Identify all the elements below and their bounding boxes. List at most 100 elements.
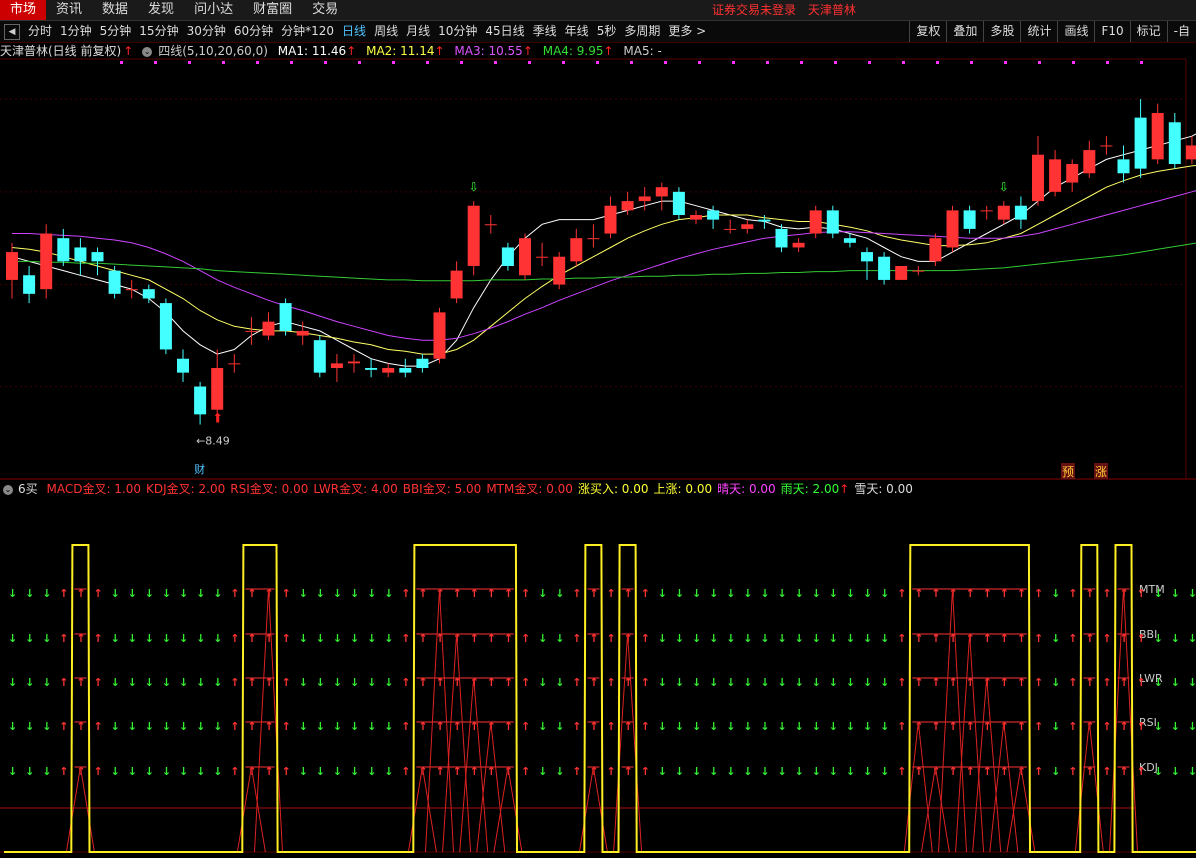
cai-marker: 财 — [194, 462, 205, 476]
candle-body-10 — [177, 358, 189, 373]
signal-arrow-icon: ↓ — [333, 765, 342, 778]
signal-arrow-icon: ↑ — [572, 720, 581, 733]
signal-arrow-icon: ↑ — [1102, 720, 1111, 733]
signal-arrow-icon: ↑ — [94, 587, 103, 600]
signal-arrow-icon: ↓ — [709, 587, 718, 600]
signal-arrow-icon: ↑ — [1137, 676, 1146, 689]
signal-arrow-icon: ↓ — [42, 587, 51, 600]
signal-arrow-icon: ↓ — [1171, 720, 1180, 733]
candle-body-59 — [1014, 205, 1027, 220]
signal-arrow-icon: ↓ — [1171, 676, 1180, 689]
top-dot — [324, 61, 327, 64]
kline-chart[interactable]: ← 12.02←8.49财预涨⇩⇩⬆MTMBBILWRRSIKDJ↓↓↓↑↑↑↓… — [0, 0, 1196, 858]
signal-arrow-icon: ↓ — [778, 632, 787, 645]
top-dot — [154, 61, 157, 64]
signal-arrow-icon: ↓ — [658, 632, 667, 645]
candle-body-4 — [74, 247, 87, 262]
candle-body-1 — [23, 275, 36, 294]
candle-body-30 — [519, 238, 531, 276]
signal-arrow-icon: ↓ — [658, 720, 667, 733]
top-dot — [1106, 61, 1109, 64]
candle-body-44 — [758, 219, 771, 222]
signal-arrow-icon: ↓ — [812, 587, 821, 600]
candle-body-13 — [228, 363, 241, 365]
candle-body-40 — [690, 215, 702, 220]
signal-arrow-icon: ↑ — [94, 765, 103, 778]
candle-body-43 — [741, 224, 754, 229]
signal-arrow-icon: ↑ — [897, 720, 906, 733]
top-dot — [800, 61, 803, 64]
candle-body-66 — [1134, 117, 1147, 169]
top-dot — [1072, 61, 1075, 64]
signal-arrow-icon: ↓ — [829, 720, 838, 733]
signal-arrow-icon: ↓ — [1154, 720, 1163, 733]
top-dot — [562, 61, 565, 64]
signal-arrow-icon: ↑ — [1034, 676, 1043, 689]
candle-body-36 — [621, 201, 634, 211]
signal-arrow-icon: ↓ — [726, 765, 735, 778]
signal-arrow-icon: ↓ — [128, 676, 137, 689]
signal-arrow-icon: ↓ — [42, 676, 51, 689]
signal-arrow-icon: ↓ — [196, 676, 205, 689]
signal-arrow-icon: ↑ — [1137, 587, 1146, 600]
candle-body-15 — [262, 321, 275, 336]
candle-body-14 — [245, 330, 258, 332]
signal-arrow-icon: ↑ — [897, 632, 906, 645]
candle-body-11 — [194, 386, 207, 415]
candle-body-51 — [878, 256, 891, 280]
signal-arrow-icon: ↓ — [350, 632, 359, 645]
signal-arrow-icon: ↑ — [59, 720, 68, 733]
signal-arrow-icon: ↓ — [213, 587, 222, 600]
signal-arrow-icon: ↑ — [94, 632, 103, 645]
signal-arrow-icon: ↓ — [299, 587, 308, 600]
signal-triangle — [476, 721, 506, 853]
signal-arrow-icon: ↓ — [726, 632, 735, 645]
signal-arrow-icon: ↓ — [145, 587, 154, 600]
signal-arrow-icon: ↓ — [333, 676, 342, 689]
zhang-marker: 涨 — [1095, 464, 1107, 479]
signal-arrow-icon: ↓ — [743, 587, 752, 600]
top-dot — [290, 61, 293, 64]
candle-body-5 — [91, 252, 104, 262]
candle-body-7 — [125, 289, 138, 291]
signal-arrow-icon: ↓ — [846, 765, 855, 778]
signal-arrow-icon: ↓ — [829, 632, 838, 645]
signal-arrow-icon: ↓ — [795, 720, 804, 733]
signal-arrow-icon: ↓ — [675, 632, 684, 645]
signal-arrow-icon: ↓ — [692, 587, 701, 600]
signal-arrow-icon: ↓ — [692, 632, 701, 645]
candle-body-32 — [553, 256, 566, 285]
signal-arrow-icon: ↓ — [128, 632, 137, 645]
signal-arrow-icon: ↓ — [316, 587, 325, 600]
signal-arrow-icon: ↑ — [1034, 765, 1043, 778]
signal-arrow-icon: ↓ — [196, 720, 205, 733]
candle-body-35 — [604, 205, 617, 234]
candle-body-60 — [1032, 154, 1044, 202]
signal-arrow-icon: ↓ — [812, 720, 821, 733]
signal-arrow-icon: ↓ — [692, 765, 701, 778]
signal-arrow-icon: ↓ — [350, 587, 359, 600]
candle-body-22 — [382, 368, 395, 373]
signal-arrow-icon: ↓ — [196, 632, 205, 645]
signal-arrow-icon: ↓ — [1051, 720, 1060, 733]
top-dot — [1038, 61, 1041, 64]
signal-arrow-icon: ↓ — [555, 765, 564, 778]
top-dot — [698, 61, 701, 64]
signal-arrow-icon: ↑ — [572, 632, 581, 645]
signal-arrow-icon: ↓ — [795, 765, 804, 778]
top-dot — [426, 61, 429, 64]
signal-arrow-icon: ↓ — [162, 676, 171, 689]
top-dot — [1140, 61, 1143, 64]
candle-body-26 — [450, 270, 463, 299]
signal-arrow-icon: ↓ — [316, 676, 325, 689]
signal-arrow-icon: ↓ — [658, 765, 667, 778]
signal-arrow-icon: ↓ — [8, 587, 17, 600]
signal-arrow-icon: ↑ — [1102, 765, 1111, 778]
signal-arrow-icon: ↓ — [25, 632, 34, 645]
candle-body-28 — [484, 224, 497, 226]
top-dot — [834, 61, 837, 64]
signal-arrow-icon: ↓ — [8, 676, 17, 689]
signal-arrow-icon: ↓ — [213, 765, 222, 778]
signal-arrow-icon: ↑ — [230, 676, 239, 689]
red-up-arrow-icon: ⬆ — [212, 411, 223, 426]
